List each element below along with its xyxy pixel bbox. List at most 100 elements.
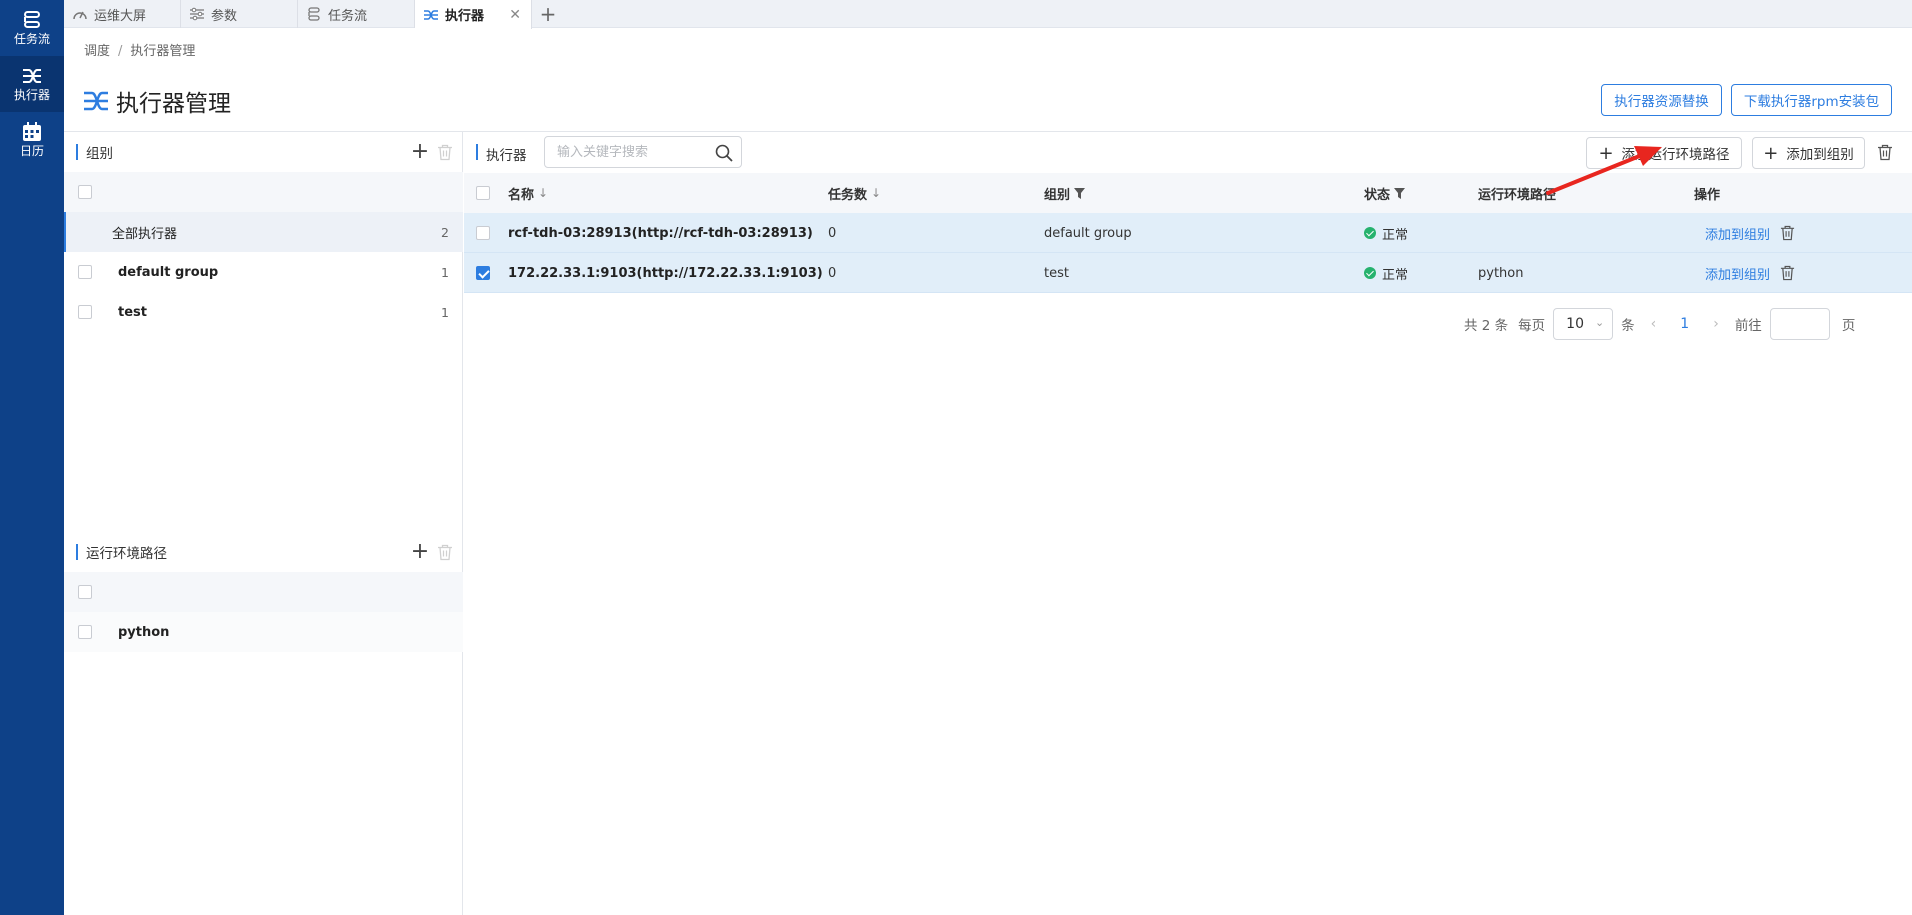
env-panel-header: 运行环境路径 +	[64, 532, 463, 572]
header-group[interactable]: 组别	[1044, 173, 1086, 213]
sort-icon[interactable]: ↓	[871, 186, 881, 200]
delete-executor-icon[interactable]	[1877, 144, 1893, 161]
header-name[interactable]: 名称 ↓	[508, 173, 548, 213]
env-name: python	[118, 624, 170, 640]
breadcrumb-separator: /	[118, 44, 123, 59]
add-env-path-button[interactable]: + 添加运行环境路径	[1586, 137, 1742, 169]
groups-header-row	[64, 172, 463, 212]
table-header-row: 名称 ↓ 任务数 ↓ 组别 状态 运行环境路径 操作	[464, 173, 1912, 213]
table-row[interactable]: rcf-tdh-03:28913(http://rcf-tdh-03:28913…	[464, 213, 1912, 253]
executor-ops: 添加到组别	[1705, 213, 1795, 253]
current-page-number[interactable]: 1	[1680, 316, 1689, 332]
tab-executor[interactable]: 执行器 ✕	[415, 0, 532, 29]
pagination-unit: 条	[1621, 318, 1635, 334]
executor-status: 正常	[1364, 253, 1408, 293]
pagination-goto-label: 前往	[1734, 318, 1762, 334]
tab-label: 执行器	[445, 9, 485, 24]
group-item-all[interactable]: 全部执行器 2	[64, 212, 463, 252]
group-name: 全部执行器	[112, 226, 178, 242]
workflow-icon	[24, 11, 40, 28]
executor-env: python	[1478, 265, 1524, 281]
page-title-text: 执行器管理	[116, 91, 231, 117]
env-panel-actions: +	[409, 541, 453, 563]
table-row[interactable]: 172.22.33.1:9103(http://172.22.33.1:9103…	[464, 253, 1912, 293]
env-checkbox[interactable]	[78, 625, 92, 639]
nav-item-calendar[interactable]: 日历	[0, 112, 64, 168]
delete-group-icon[interactable]	[437, 144, 453, 161]
nav-label-executor: 执行器	[13, 88, 50, 102]
group-checkbox[interactable]	[78, 305, 92, 319]
executor-name: rcf-tdh-03:28913(http://rcf-tdh-03:28913…	[508, 225, 813, 241]
select-all-executors-checkbox[interactable]	[476, 186, 490, 200]
row-add-to-group-link[interactable]: 添加到组别	[1705, 224, 1770, 243]
groups-panel-title: 组别	[86, 146, 113, 162]
group-count: 1	[441, 304, 449, 320]
group-checkbox[interactable]	[78, 265, 92, 279]
status-text: 正常	[1382, 227, 1409, 243]
group-item-test[interactable]: test 1	[64, 292, 463, 332]
header-ops-label: 操作	[1694, 187, 1721, 203]
header-group-label: 组别	[1044, 187, 1071, 203]
row-delete-icon[interactable]	[1780, 225, 1795, 241]
search-input[interactable]	[545, 137, 705, 167]
search-icon[interactable]	[715, 144, 733, 162]
group-name: default group	[118, 264, 219, 280]
prev-page-icon[interactable]: ‹	[1651, 316, 1657, 332]
env-item-python[interactable]: python	[64, 612, 463, 652]
row-checkbox[interactable]	[476, 226, 490, 240]
nav-item-workflow[interactable]: 任务流	[0, 0, 64, 56]
workflow-icon	[308, 7, 320, 21]
breadcrumb: 调度 / 执行器管理	[84, 40, 195, 59]
page-size-select[interactable]: 10 ⌄	[1553, 308, 1614, 340]
replace-resource-button[interactable]: 执行器资源替换	[1601, 84, 1722, 116]
goto-page-input[interactable]	[1769, 308, 1830, 340]
left-column: 组别 + 全部执行器 2 default group 1 test 1 运行环境…	[64, 132, 463, 915]
breadcrumb-parent[interactable]: 调度	[84, 44, 110, 59]
header-checkbox-cell	[476, 173, 490, 213]
filter-icon[interactable]	[1394, 187, 1406, 199]
groups-panel-actions: +	[409, 141, 453, 163]
close-icon[interactable]: ✕	[509, 7, 521, 23]
add-to-group-button[interactable]: + 添加到组别	[1752, 137, 1865, 169]
select-all-env-checkbox[interactable]	[78, 585, 92, 599]
add-tab-button[interactable]: +	[532, 0, 564, 28]
add-env-path-label: 添加运行环境路径	[1621, 147, 1730, 163]
nav-item-executor[interactable]: 执行器	[0, 56, 64, 112]
row-delete-icon[interactable]	[1780, 265, 1795, 281]
nav-label-calendar: 日历	[19, 144, 44, 158]
group-count: 2	[441, 224, 449, 240]
tab-dashboard[interactable]: 运维大屏	[64, 0, 181, 28]
env-header-row	[64, 572, 463, 612]
group-count: 1	[441, 264, 449, 280]
next-page-icon[interactable]: ›	[1713, 316, 1719, 332]
pagination-per-page-label: 每页	[1518, 318, 1546, 334]
status-ok-icon	[1364, 267, 1376, 279]
nav-label-workflow: 任务流	[13, 32, 50, 46]
filter-icon[interactable]	[1074, 187, 1086, 199]
tab-workflow[interactable]: 任务流	[298, 0, 415, 28]
pagination-total: 共 2 条	[1464, 318, 1509, 334]
header-name-label: 名称	[508, 187, 535, 203]
download-rpm-button[interactable]: 下载执行器rpm安装包	[1731, 84, 1892, 116]
sort-icon[interactable]: ↓	[538, 186, 548, 200]
tab-label: 运维大屏	[94, 8, 147, 24]
row-add-to-group-link[interactable]: 添加到组别	[1705, 264, 1770, 283]
delete-env-icon[interactable]	[437, 544, 453, 561]
group-item-default[interactable]: default group 1	[64, 252, 463, 292]
page-title: 执行器管理	[82, 84, 231, 118]
title-accent-bar	[476, 144, 478, 160]
groups-panel-header: 组别 +	[64, 132, 463, 172]
title-accent-bar	[76, 144, 78, 160]
select-all-groups-checkbox[interactable]	[78, 185, 92, 199]
header-tasks-label: 任务数	[828, 187, 868, 203]
row-checkbox[interactable]	[476, 266, 490, 280]
add-env-icon[interactable]: +	[409, 541, 431, 563]
tab-params[interactable]: 参数	[181, 0, 298, 28]
tab-label: 参数	[211, 8, 238, 24]
dashboard-icon	[73, 11, 87, 20]
header-tasks[interactable]: 任务数 ↓	[828, 173, 881, 213]
executor-ops: 添加到组别	[1705, 253, 1795, 293]
add-group-icon[interactable]: +	[409, 141, 431, 163]
executor-panel-header: 执行器 + 添加运行环境路径 + 添加到组别	[464, 132, 1912, 172]
header-status[interactable]: 状态	[1364, 173, 1406, 213]
